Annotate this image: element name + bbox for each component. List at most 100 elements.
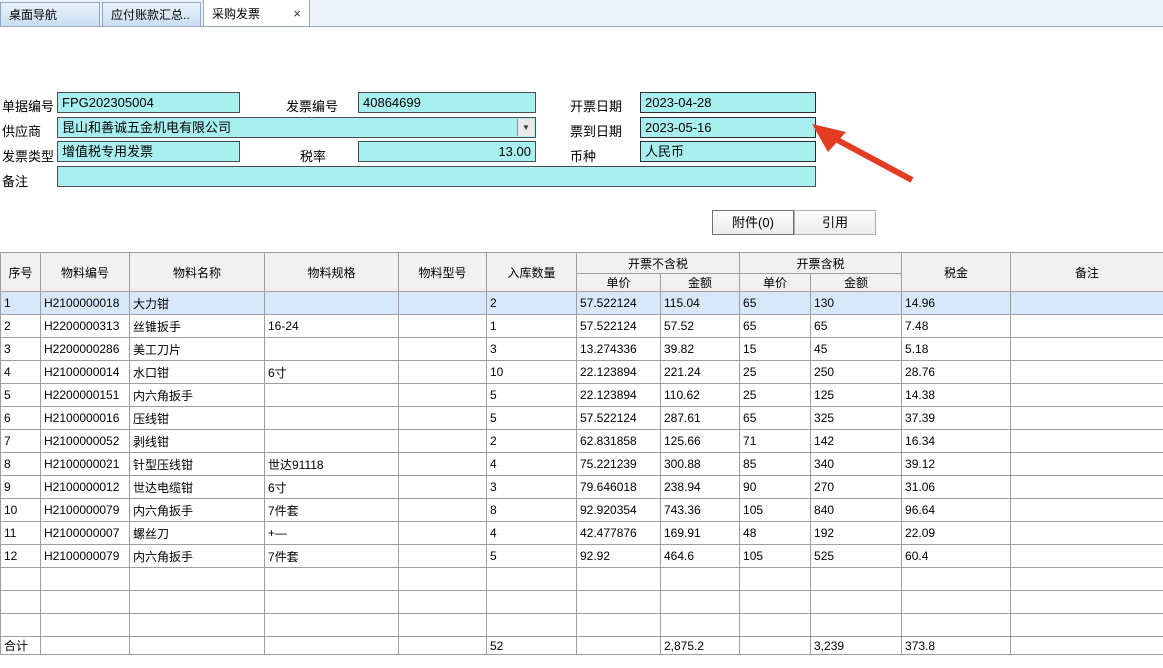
cell[interactable]: 525 (811, 545, 902, 568)
cell[interactable] (1011, 568, 1163, 591)
tab-purchase-invoice[interactable]: 采购发票 × (203, 0, 310, 26)
cell[interactable]: 65 (811, 315, 902, 338)
chevron-down-icon[interactable]: ▼ (517, 119, 534, 136)
cell[interactable] (1011, 522, 1163, 545)
tab-payable-summary[interactable]: 应付账款汇总.. × (102, 2, 201, 26)
cell[interactable]: 287.61 (661, 407, 740, 430)
cell[interactable] (1011, 407, 1163, 430)
cell[interactable]: 5.18 (902, 338, 1011, 361)
cell[interactable]: 4 (1, 361, 41, 384)
cell[interactable]: 压线钳 (130, 407, 265, 430)
cell[interactable] (399, 407, 487, 430)
cell[interactable] (130, 591, 265, 614)
cell[interactable]: 464.6 (661, 545, 740, 568)
remark-field[interactable] (57, 166, 816, 187)
cell[interactable] (399, 568, 487, 591)
cell[interactable]: 57.522124 (577, 407, 661, 430)
cell[interactable]: 115.04 (661, 292, 740, 315)
cell[interactable]: 2 (487, 430, 577, 453)
cell[interactable]: 221.24 (661, 361, 740, 384)
cell[interactable]: 22.123894 (577, 384, 661, 407)
cell[interactable] (399, 453, 487, 476)
cell[interactable]: 92.920354 (577, 499, 661, 522)
cell[interactable] (811, 591, 902, 614)
cell[interactable]: 5 (487, 384, 577, 407)
cell[interactable] (487, 568, 577, 591)
cell[interactable] (399, 614, 487, 637)
cell[interactable] (1011, 315, 1163, 338)
cell[interactable]: +— (265, 522, 399, 545)
cell[interactable]: 丝锥扳手 (130, 315, 265, 338)
cell[interactable] (130, 568, 265, 591)
col-header-code[interactable]: 物料编号 (41, 253, 130, 292)
cell[interactable] (1011, 430, 1163, 453)
cell[interactable]: 65 (740, 292, 811, 315)
col-header-excl-price[interactable]: 单价 (577, 274, 661, 292)
col-header-model[interactable]: 物料型号 (399, 253, 487, 292)
cell[interactable]: 3 (487, 338, 577, 361)
cell[interactable] (811, 614, 902, 637)
cell[interactable]: 39.82 (661, 338, 740, 361)
cell[interactable]: 71 (740, 430, 811, 453)
cell[interactable]: 90 (740, 476, 811, 499)
cell[interactable] (399, 545, 487, 568)
cell[interactable] (487, 614, 577, 637)
cell[interactable]: H2100000079 (41, 545, 130, 568)
cell[interactable] (265, 292, 399, 315)
cell[interactable]: 130 (811, 292, 902, 315)
cell[interactable]: 105 (740, 499, 811, 522)
cell[interactable]: 125 (811, 384, 902, 407)
invoice-type-field[interactable]: 增值税专用发票 (57, 141, 240, 162)
cell[interactable] (487, 591, 577, 614)
cell[interactable] (1, 591, 41, 614)
close-icon[interactable]: × (200, 8, 201, 21)
cell[interactable] (399, 476, 487, 499)
cell[interactable] (1011, 361, 1163, 384)
cell[interactable] (41, 614, 130, 637)
cell[interactable]: 螺丝刀 (130, 522, 265, 545)
cell[interactable]: 250 (811, 361, 902, 384)
cell[interactable]: 743.36 (661, 499, 740, 522)
cell[interactable]: 57.52 (661, 315, 740, 338)
cell[interactable]: 238.94 (661, 476, 740, 499)
tab-desktop-nav[interactable]: 桌面导航 (0, 2, 100, 26)
cell[interactable] (41, 568, 130, 591)
cell[interactable]: 169.91 (661, 522, 740, 545)
cell[interactable]: 世达91118 (265, 453, 399, 476)
cell[interactable] (661, 614, 740, 637)
cell[interactable] (661, 591, 740, 614)
cell[interactable]: 96.64 (902, 499, 1011, 522)
cell[interactable]: H2100000007 (41, 522, 130, 545)
cell[interactable] (399, 499, 487, 522)
cell[interactable]: 9 (1, 476, 41, 499)
col-header-incl-amount[interactable]: 金额 (811, 274, 902, 292)
cell[interactable]: H2100000014 (41, 361, 130, 384)
cell[interactable] (1011, 545, 1163, 568)
cell[interactable] (265, 430, 399, 453)
cell[interactable]: 37.39 (902, 407, 1011, 430)
cell[interactable]: 5 (1, 384, 41, 407)
cell[interactable]: 57.522124 (577, 292, 661, 315)
col-header-name[interactable]: 物料名称 (130, 253, 265, 292)
cell[interactable]: 270 (811, 476, 902, 499)
cell[interactable]: 7.48 (902, 315, 1011, 338)
col-header-excl-amount[interactable]: 金额 (661, 274, 740, 292)
cell[interactable]: 12 (1, 545, 41, 568)
cell[interactable] (265, 614, 399, 637)
cell[interactable]: 6寸 (265, 361, 399, 384)
cell[interactable]: 25 (740, 361, 811, 384)
cell[interactable]: 6寸 (265, 476, 399, 499)
cell[interactable]: H2100000021 (41, 453, 130, 476)
cell[interactable]: 8 (1, 453, 41, 476)
cell[interactable] (399, 292, 487, 315)
cell[interactable]: 15 (740, 338, 811, 361)
cell[interactable]: 美工刀片 (130, 338, 265, 361)
cell[interactable]: 340 (811, 453, 902, 476)
cell[interactable]: 13.274336 (577, 338, 661, 361)
cell[interactable]: H2200000151 (41, 384, 130, 407)
cell[interactable]: 7件套 (265, 499, 399, 522)
cell[interactable]: H2100000012 (41, 476, 130, 499)
cell[interactable]: 92.92 (577, 545, 661, 568)
cell[interactable] (577, 568, 661, 591)
cell[interactable]: 3 (1, 338, 41, 361)
